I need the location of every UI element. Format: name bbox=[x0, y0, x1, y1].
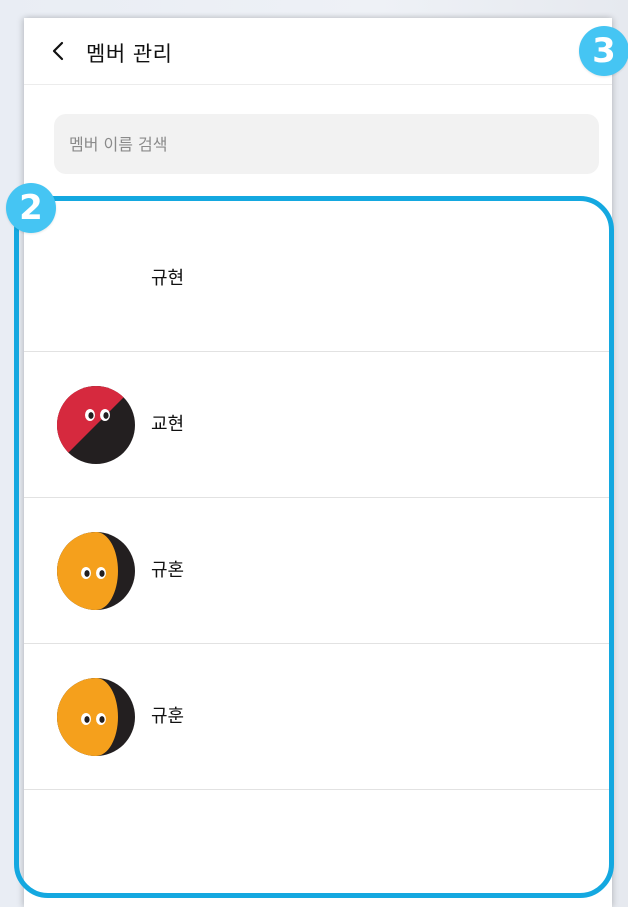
step-badge-2: 2 bbox=[6, 183, 56, 233]
member-name: 교현 bbox=[151, 414, 185, 435]
member-name: 규훈 bbox=[151, 706, 185, 727]
avatar bbox=[57, 532, 135, 610]
list-item[interactable]: 교현 bbox=[24, 352, 612, 498]
chevron-left-icon bbox=[52, 41, 64, 61]
page-title: 멤버 관리 bbox=[86, 42, 173, 66]
member-name: 규혼 bbox=[151, 560, 185, 581]
member-search-input[interactable] bbox=[54, 114, 599, 174]
list-item[interactable]: 규현 bbox=[24, 206, 612, 352]
member-management-panel: 멤버 관리 규현 교현 bbox=[24, 18, 612, 907]
header: 멤버 관리 bbox=[24, 18, 612, 85]
member-name: 규현 bbox=[151, 268, 185, 289]
back-button[interactable] bbox=[44, 36, 72, 66]
avatar bbox=[56, 385, 135, 464]
step-badge-3: 3 bbox=[579, 26, 628, 76]
list-item[interactable]: 규혼 bbox=[24, 498, 612, 644]
list-item[interactable]: 규훈 bbox=[24, 644, 612, 790]
avatar bbox=[57, 678, 135, 756]
